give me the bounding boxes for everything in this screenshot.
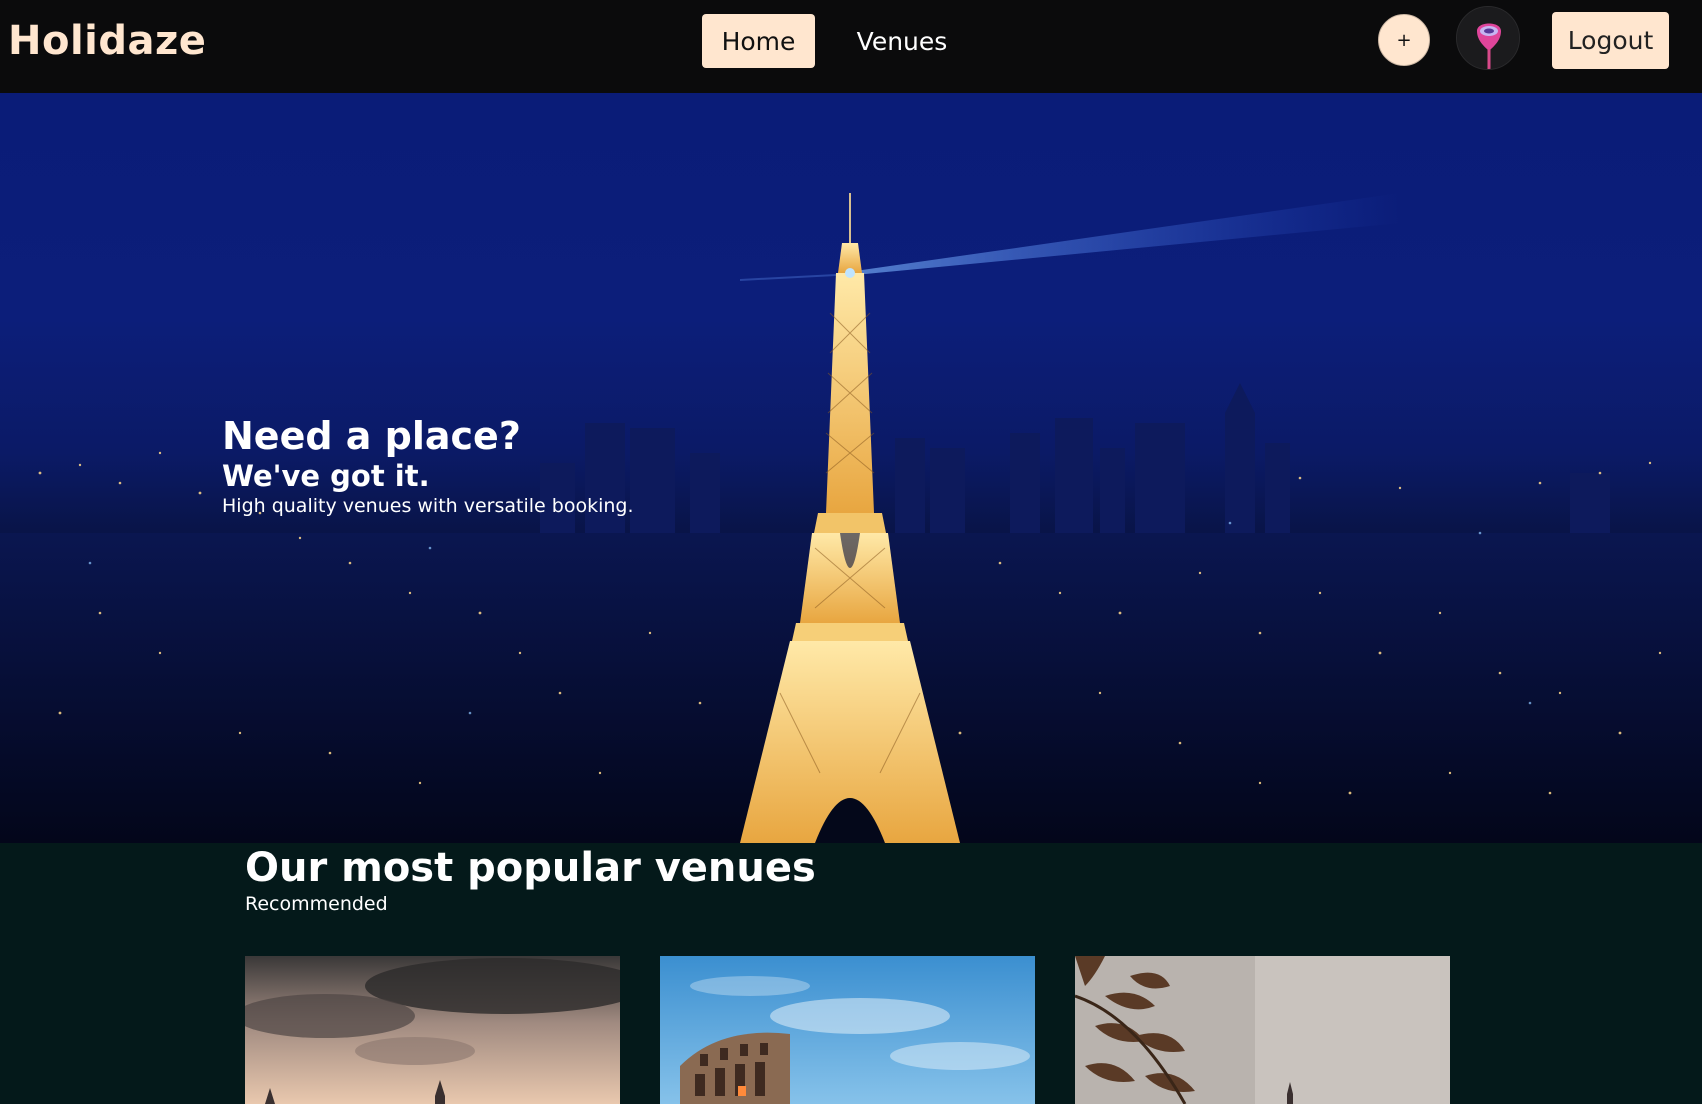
hero-title: Need a place? — [222, 414, 521, 458]
venue-card[interactable] — [245, 956, 620, 1104]
nav-home-link[interactable]: Home — [702, 14, 815, 68]
nav-venues-link[interactable]: Venues — [840, 14, 964, 68]
venue-card[interactable] — [1075, 956, 1450, 1104]
section-title: Our most popular venues — [245, 845, 816, 891]
logout-button[interactable]: Logout — [1552, 12, 1669, 69]
popular-venues-section: Our most popular venues Recommended — [0, 843, 1702, 1104]
venue-card[interactable] — [660, 956, 1035, 1104]
hero-description: High quality venues with versatile booki… — [222, 495, 634, 517]
section-subtitle: Recommended — [245, 893, 388, 915]
avatar-image — [1457, 7, 1519, 69]
hero-subtitle: We've got it. — [222, 459, 430, 493]
venue-image — [1075, 956, 1450, 1104]
venue-image — [660, 956, 1035, 1104]
avatar[interactable] — [1456, 6, 1520, 70]
hero-banner: Need a place? We've got it. High quality… — [0, 93, 1702, 843]
add-venue-button[interactable]: + — [1378, 14, 1430, 66]
venue-image — [245, 956, 620, 1104]
navbar: Holidaze Home Venues + Logout — [0, 0, 1702, 93]
logo[interactable]: Holidaze — [8, 18, 206, 64]
hero-text: Need a place? We've got it. High quality… — [222, 413, 634, 519]
